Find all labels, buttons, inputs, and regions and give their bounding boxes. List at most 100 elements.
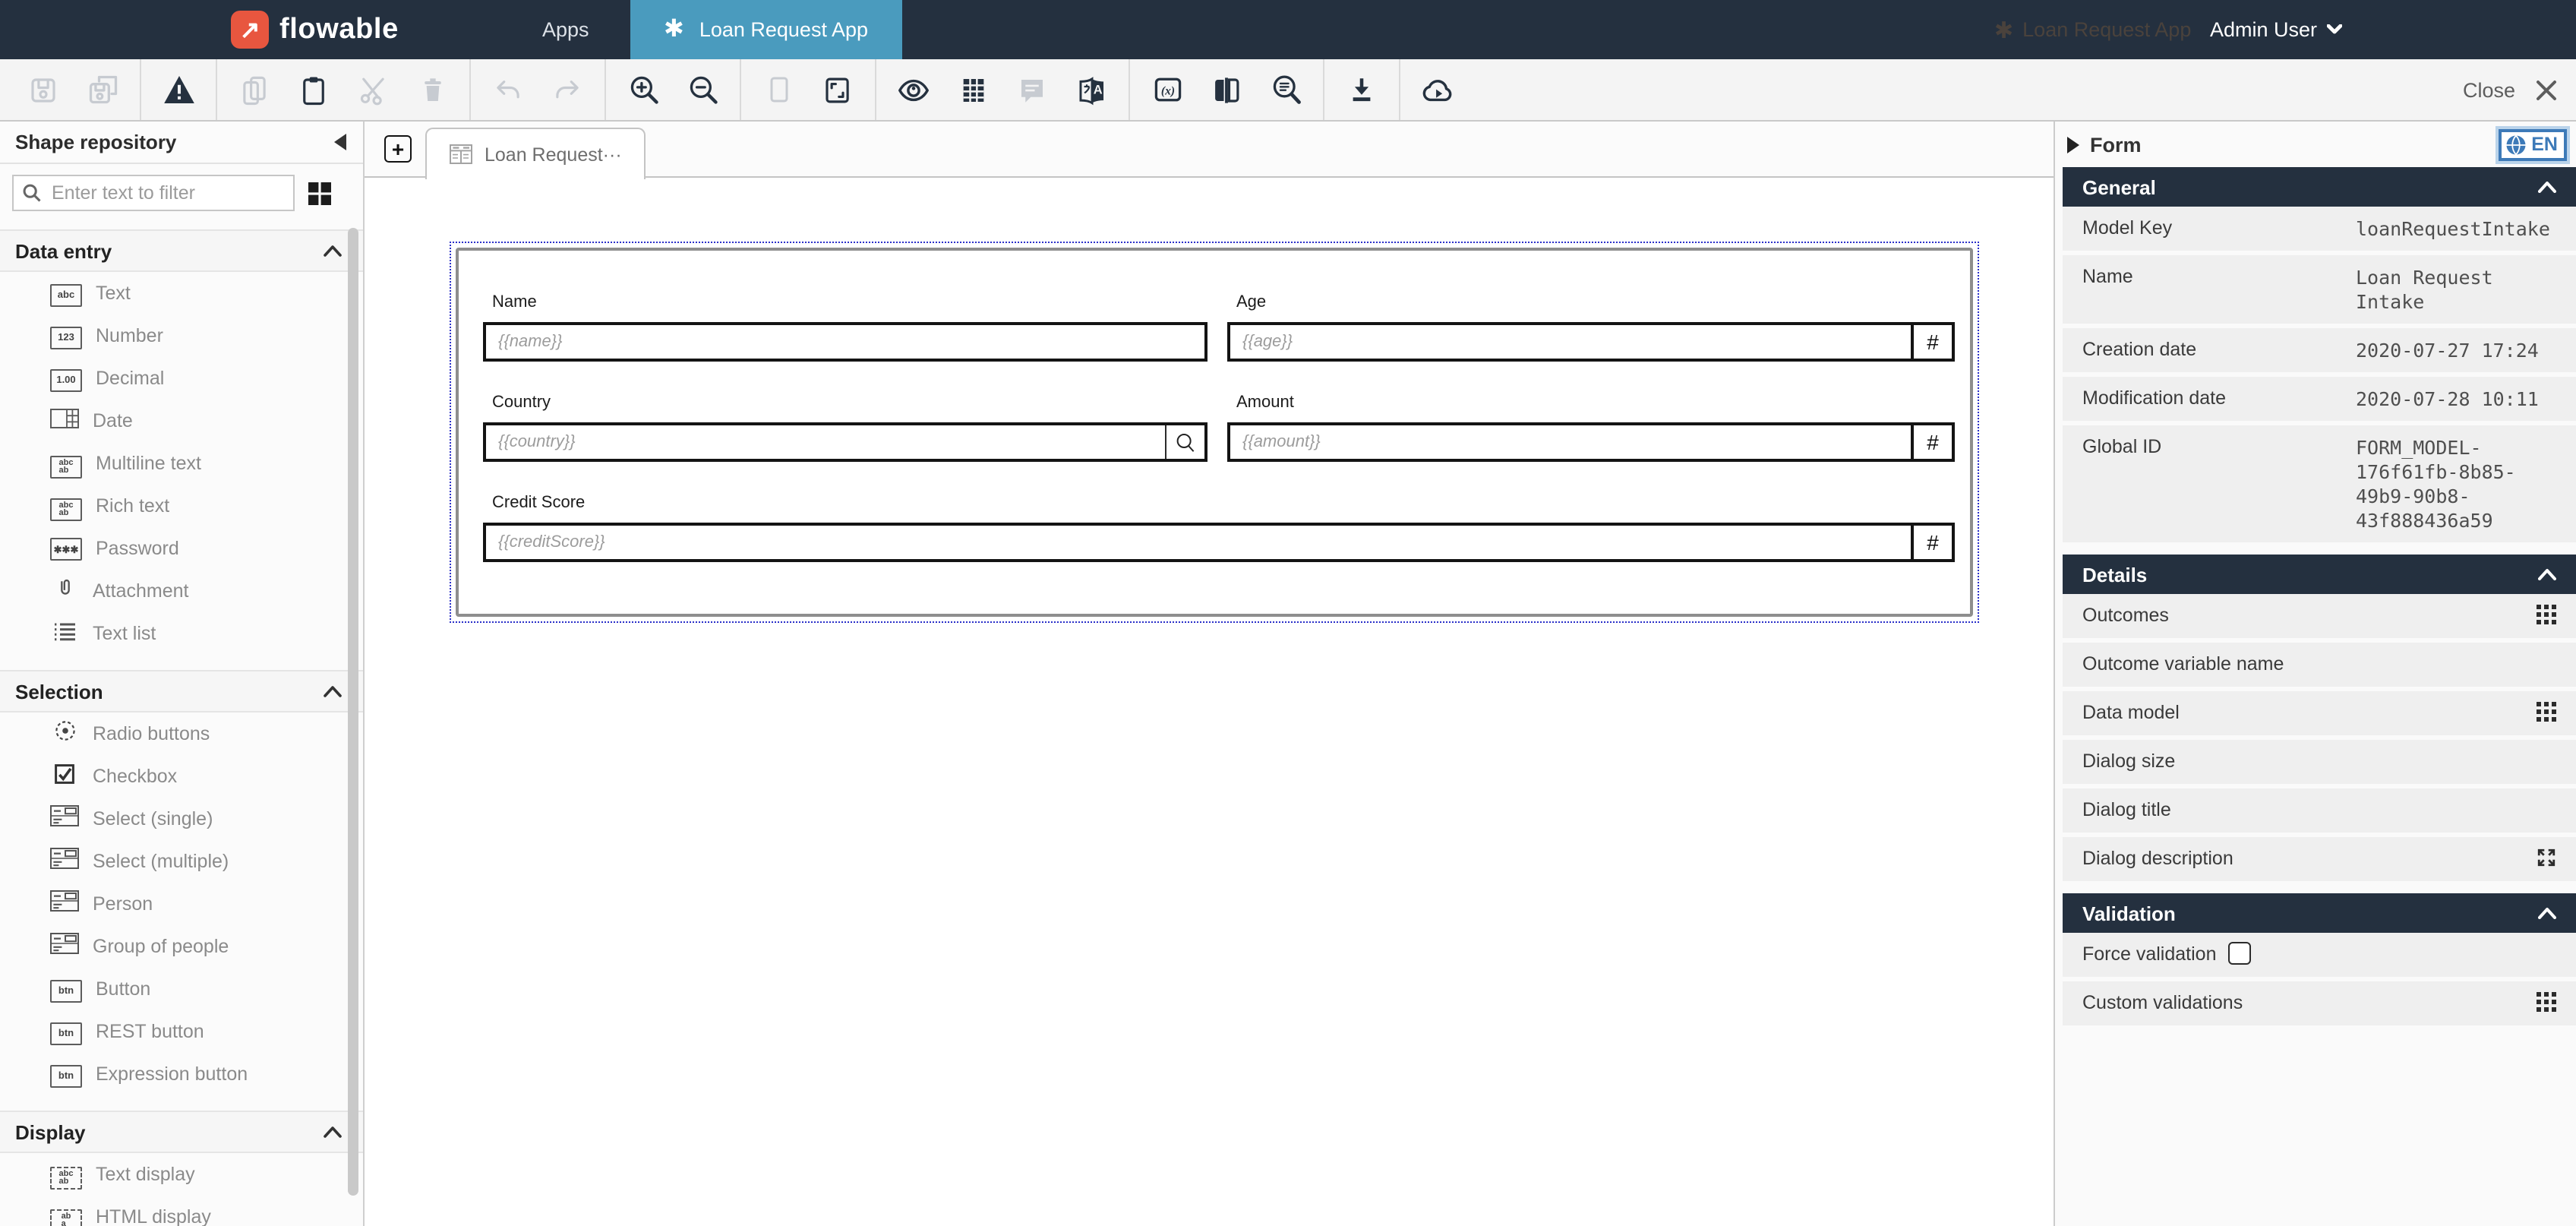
shape-item-html-display[interactable]: abaHTML display — [0, 1196, 363, 1226]
active-app-label: Loan Request App — [699, 18, 868, 41]
field-input[interactable]: {{creditScore}}# — [483, 523, 1955, 562]
tab-loan-request[interactable]: Loan Request··· — [425, 128, 646, 179]
add-tab-button[interactable]: + — [384, 135, 412, 163]
close-icon[interactable] — [2535, 78, 2558, 101]
property-row-dialog-description[interactable]: Dialog description — [2063, 837, 2576, 881]
shape-item-radio-buttons[interactable]: Radio buttons — [0, 713, 363, 755]
app-window: ↗ flowable Apps ✱ Loan Request App ✱ Loa… — [0, 0, 2576, 1226]
property-row-name[interactable]: NameLoan Request Intake — [2063, 255, 2576, 324]
shape-item-select-single-[interactable]: Select (single) — [0, 798, 363, 840]
expression-button[interactable]: (x) — [1138, 59, 1197, 120]
zoom-out-button[interactable] — [673, 59, 732, 120]
field-input[interactable]: {{age}}# — [1227, 322, 1955, 362]
property-row-global-id[interactable]: Global IDFORM_MODEL-176f61fb-8b85-49b9-9… — [2063, 425, 2576, 542]
grid-button[interactable] — [943, 59, 1002, 120]
property-row-creation-date[interactable]: Creation date2020-07-27 17:24 — [2063, 328, 2576, 372]
select-shape-icon — [50, 807, 79, 832]
property-row-modification-date[interactable]: Modification date2020-07-28 10:11 — [2063, 377, 2576, 421]
shape-item-password[interactable]: ✱✱✱Password — [0, 527, 363, 570]
translate-button[interactable]: A — [1062, 59, 1121, 120]
form-field-name[interactable]: Name{{name}} — [483, 293, 1208, 362]
shape-item-person[interactable]: Person — [0, 883, 363, 925]
shape-item-text[interactable]: abcText — [0, 272, 363, 314]
expand-right-icon[interactable] — [2067, 136, 2079, 153]
inspector-section-details[interactable]: Details — [2063, 555, 2576, 594]
field-input[interactable]: {{country}} — [483, 422, 1208, 462]
shape-item-rich-text[interactable]: abcabRich text — [0, 485, 363, 527]
shape-item-expression-button[interactable]: btnExpression button — [0, 1053, 363, 1095]
flip-button[interactable] — [1197, 59, 1256, 120]
form-field-age[interactable]: Age{{age}}# — [1227, 293, 1955, 362]
palette-layout-icon[interactable] — [308, 182, 331, 204]
section-header-selection[interactable]: Selection — [0, 670, 363, 713]
grid-dots-icon[interactable] — [2537, 992, 2556, 1012]
user-menu[interactable]: Admin User — [2210, 0, 2341, 59]
shape-item-button[interactable]: btnButton — [0, 968, 363, 1010]
shape-item-text-list[interactable]: Text list — [0, 612, 363, 655]
shape-item-date[interactable]: Date — [0, 400, 363, 442]
validate-button[interactable] — [149, 59, 208, 120]
shape-item-decimal[interactable]: 1.00Decimal — [0, 357, 363, 400]
force-validation-checkbox[interactable] — [2229, 942, 2252, 965]
comments-button[interactable] — [1002, 59, 1062, 120]
shape-item-checkbox[interactable]: Checkbox — [0, 755, 363, 798]
shape-item-attachment[interactable]: Attachment — [0, 570, 363, 612]
close-label[interactable]: Close — [2463, 78, 2515, 101]
save-as-button[interactable] — [73, 59, 132, 120]
active-app-tab[interactable]: ✱ Loan Request App — [630, 0, 901, 59]
grid-dots-icon[interactable] — [2537, 702, 2556, 722]
paste-button[interactable] — [284, 59, 343, 120]
shape-item-multiline-text[interactable]: abcabMultiline text — [0, 442, 363, 485]
apps-menu-item[interactable]: Apps — [542, 0, 589, 59]
zoom-actual-button[interactable] — [749, 59, 808, 120]
form-field-country[interactable]: Country{{country}} — [483, 393, 1208, 462]
search-model-button[interactable] — [1256, 59, 1315, 120]
selected-form-container[interactable]: Name{{name}} Age{{age}}# Country{{country}… — [450, 242, 1979, 623]
undo-button[interactable] — [478, 59, 538, 120]
property-row-outcomes[interactable]: Outcomes — [2063, 594, 2576, 638]
copy-button[interactable] — [225, 59, 284, 120]
redo-button[interactable] — [538, 59, 597, 120]
field-input[interactable]: {{amount}}# — [1227, 422, 1955, 462]
search-addon-icon[interactable] — [1165, 425, 1204, 459]
shape-item-select-multiple-[interactable]: Select (multiple) — [0, 840, 363, 883]
inspector-section-general[interactable]: General — [2063, 167, 2576, 207]
property-row-model-key[interactable]: Model KeyloanRequestIntake — [2063, 207, 2576, 251]
zoom-out-icon — [686, 73, 719, 106]
filter-input[interactable] — [12, 175, 295, 211]
deploy-button[interactable] — [1408, 59, 1467, 120]
field-input[interactable]: {{name}} — [483, 322, 1208, 362]
shape-item-text-display[interactable]: abcabText display — [0, 1153, 363, 1196]
inspector-section-validation[interactable]: Validation — [2063, 893, 2576, 933]
expand-icon[interactable] — [2537, 848, 2556, 867]
language-selector[interactable]: EN — [2498, 128, 2567, 160]
property-row-data-model[interactable]: Data model — [2063, 691, 2576, 735]
save-button[interactable] — [14, 59, 73, 120]
form-field-credit-score[interactable]: Credit Score{{creditScore}}# — [483, 494, 1955, 562]
property-row-custom-validations[interactable]: Custom validations — [2063, 981, 2576, 1025]
shape-item-rest-button[interactable]: btnREST button — [0, 1010, 363, 1053]
property-row-dialog-title[interactable]: Dialog title — [2063, 788, 2576, 833]
toolbar-group: (x) — [1130, 59, 1324, 120]
cut-button[interactable] — [343, 59, 402, 120]
preview-button[interactable] — [884, 59, 943, 120]
collapse-left-icon[interactable] — [334, 134, 346, 150]
section-header-data-entry[interactable]: Data entry — [0, 229, 363, 272]
download-button[interactable] — [1332, 59, 1391, 120]
property-row-force-validation[interactable]: Force validation — [2063, 933, 2576, 977]
form-field-amount[interactable]: Amount{{amount}}# — [1227, 393, 1955, 462]
delete-button[interactable] — [402, 59, 462, 120]
number-addon-icon[interactable]: # — [1911, 325, 1952, 359]
number-addon-icon[interactable]: # — [1911, 526, 1952, 559]
zoom-fit-button[interactable] — [808, 59, 867, 120]
shape-item-group-of-people[interactable]: Group of people — [0, 925, 363, 968]
number-addon-icon[interactable]: # — [1911, 425, 1952, 459]
property-row-dialog-size[interactable]: Dialog size — [2063, 740, 2576, 784]
flowable-logo[interactable]: ↗ flowable — [231, 0, 399, 59]
zoom-in-button[interactable] — [614, 59, 673, 120]
shape-item-number[interactable]: 123Number — [0, 314, 363, 357]
sidebar-scrollbar[interactable] — [348, 228, 358, 1196]
section-header-display[interactable]: Display — [0, 1111, 363, 1153]
property-row-outcome-variable-name[interactable]: Outcome variable name — [2063, 643, 2576, 687]
grid-dots-icon[interactable] — [2537, 605, 2556, 624]
